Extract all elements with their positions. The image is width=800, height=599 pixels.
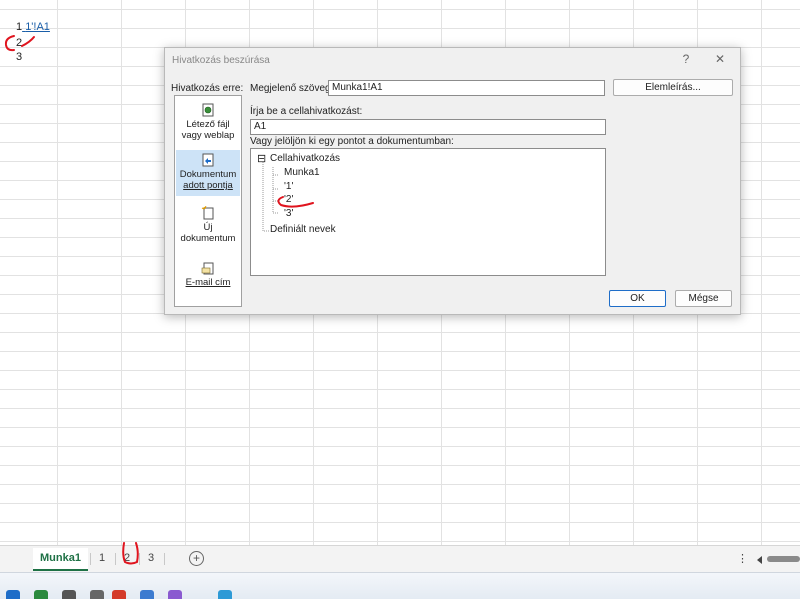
- nav-email-label: E-mail cím: [185, 277, 231, 288]
- tree-node-sheet-1[interactable]: '1': [284, 181, 293, 192]
- tree-node-cell-reference[interactable]: Cellahivatkozás: [270, 153, 340, 164]
- more-options-icon[interactable]: ⋮: [737, 552, 748, 565]
- annotation-mark-tab2: [122, 542, 139, 565]
- new-document-icon: [201, 206, 214, 220]
- nav-existing-file-or-web[interactable]: Létező fájl vagy weblap: [176, 103, 240, 147]
- nav-existing-label-1: Létező fájl: [186, 119, 230, 130]
- nav-existing-label-2: vagy weblap: [181, 130, 235, 141]
- dialog-titlebar[interactable]: Hivatkozás beszúrása ? ✕: [165, 48, 740, 72]
- nav-place-in-document[interactable]: Dokumentum adott pontja: [176, 150, 240, 196]
- tab-separator: [90, 553, 91, 565]
- tree-node-munka1[interactable]: Munka1: [284, 167, 320, 178]
- email-icon: [201, 262, 214, 275]
- display-text-label: Megjelenő szöveg:: [250, 83, 334, 94]
- document-place-tree[interactable]: ⊟ Cellahivatkozás Munka1 '1' '2' '3' Def…: [250, 148, 606, 276]
- nav-place-label-2: adott pontja: [183, 180, 233, 191]
- ok-button[interactable]: OK: [609, 290, 666, 307]
- annotation-mark-tree: [277, 196, 314, 208]
- globe-file-icon: [202, 103, 214, 117]
- close-icon[interactable]: ✕: [712, 52, 728, 66]
- nav-new-label-1: Új: [203, 222, 213, 233]
- help-icon[interactable]: ?: [678, 52, 694, 66]
- tree-expander-icon[interactable]: ⊟: [257, 152, 266, 165]
- sheet-tab-1[interactable]: 1: [93, 548, 111, 569]
- sheet-tab-bar: Munka1 1 2 3 + ⋮: [0, 542, 800, 573]
- display-text-input[interactable]: Munka1!A1: [328, 80, 605, 96]
- tab-separator: [164, 553, 165, 565]
- link-to-label: Hivatkozás erre:: [171, 83, 244, 94]
- add-sheet-icon[interactable]: +: [189, 551, 204, 566]
- link-to-panel: Létező fájl vagy weblap Dokumentum adott…: [174, 95, 242, 307]
- horizontal-scroll-thumb[interactable]: [767, 556, 800, 562]
- nav-new-document[interactable]: Új dokumentum: [176, 206, 240, 246]
- nav-new-label-2: dokumentum: [180, 233, 236, 244]
- sheet-tab-munka1[interactable]: Munka1: [33, 548, 88, 571]
- scroll-left-arrow-icon[interactable]: [757, 556, 762, 564]
- tree-node-defined-names[interactable]: Definiált nevek: [270, 224, 336, 235]
- taskbar: [0, 572, 800, 599]
- nav-email-address[interactable]: E-mail cím: [176, 261, 240, 291]
- dialog-title: Hivatkozás beszúrása: [172, 55, 270, 66]
- annotation-mark-row2: [4, 35, 35, 52]
- tab-separator: [115, 553, 116, 565]
- insert-hyperlink-dialog: Hivatkozás beszúrása ? ✕ Hivatkozás erre…: [164, 47, 741, 315]
- screentip-button[interactable]: Elemleírás...: [613, 79, 733, 96]
- nav-place-label-1: Dokumentum: [179, 169, 237, 180]
- document-place-icon: [202, 153, 214, 167]
- cell-reference-input[interactable]: A1: [250, 119, 606, 135]
- cell-reference-label: Írja be a cellahivatkozást:: [250, 106, 363, 117]
- place-in-document-label: Vagy jelöljön ki egy pontot a dokumentum…: [250, 136, 454, 147]
- cancel-button[interactable]: Mégse: [675, 290, 732, 307]
